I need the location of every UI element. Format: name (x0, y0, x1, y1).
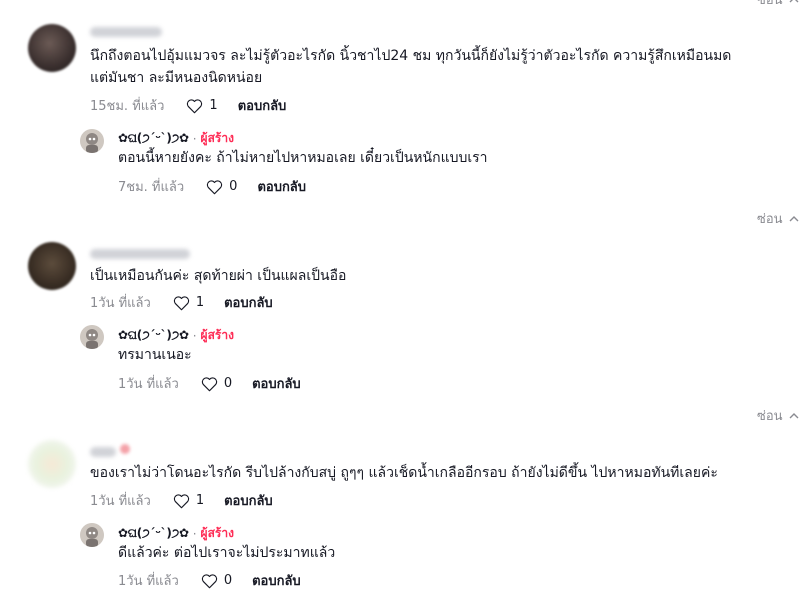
reply-like-button[interactable]: 0 (201, 573, 232, 589)
reply-like-button[interactable]: 0 (206, 179, 237, 195)
reply-author-row: ✿ଘ(੭ˊᵕˋ)੭✿ · ผู้สร้าง (118, 129, 234, 148)
commenter-avatar[interactable] (28, 24, 76, 72)
reply-text: ตอนนี้หายยังคะ ถ้าไม่หายไปหาหมอเลย เดี๋ย… (118, 150, 488, 166)
reply-meta: 1วัน ที่แล้ว 0 ตอบกลับ (118, 373, 301, 394)
heart-icon (207, 179, 223, 194)
commenter-name-blurred[interactable] (90, 447, 116, 457)
commenter-avatar[interactable] (28, 440, 76, 488)
comment-time: 1วัน ที่แล้ว (90, 296, 151, 311)
reply-button[interactable]: ตอบกลับ (238, 95, 287, 116)
comment-meta: 1วัน ที่แล้ว 1 ตอบกลับ (90, 292, 273, 313)
reply-author-row: ✿ଘ(੭ˊᵕˋ)੭✿ · ผู้สร้าง (118, 524, 234, 543)
hide-replies-button[interactable]: ซ่อน (757, 405, 799, 426)
hide-replies-button-top[interactable]: ซ่อน (757, 0, 799, 10)
creator-avatar-image (80, 325, 104, 349)
reply-time: 1วัน ที่แล้ว (118, 377, 179, 392)
heart-icon (201, 376, 217, 391)
comment-text-line-1: ของเราไม่ว่าโดนอะไรกัด รีบไปล้างกับสบู่ … (90, 465, 718, 481)
commenter-name-blurred[interactable] (90, 27, 162, 37)
creator-badge: ผู้สร้าง (200, 526, 234, 540)
creator-badge: ผู้สร้าง (200, 328, 234, 342)
creator-badge: ผู้สร้าง (200, 131, 234, 145)
creator-avatar[interactable] (80, 129, 104, 153)
hide-label: ซ่อน (757, 212, 783, 227)
hide-replies-button[interactable]: ซ่อน (757, 208, 799, 229)
separator-dot: · (192, 131, 197, 146)
reply-like-count: 0 (223, 573, 233, 588)
reply-reply-button[interactable]: ตอบกลับ (252, 373, 301, 394)
like-count: 1 (195, 493, 205, 508)
separator-dot: · (192, 526, 197, 541)
reply-text: ดีแล้วค่ะ ต่อไปเราจะไม่ประมาทแล้ว (118, 545, 336, 561)
separator-dot: · (192, 328, 197, 343)
creator-avatar[interactable] (80, 523, 104, 547)
reply-meta: 7ชม. ที่แล้ว 0 ตอบกลับ (118, 176, 306, 197)
reply-time: 7ชม. ที่แล้ว (118, 180, 185, 195)
comment-text-line-2: แต่มันชา ละมีหนองนิดหน่อย (90, 70, 263, 86)
heart-icon (173, 493, 189, 508)
reply-like-button[interactable]: 0 (201, 376, 232, 392)
like-count: 1 (209, 98, 218, 113)
creator-avatar[interactable] (80, 325, 104, 349)
comment-meta: 15ชม. ที่แล้ว 1 ตอบกลับ (90, 95, 286, 116)
reply-reply-button[interactable]: ตอบกลับ (257, 176, 306, 197)
commenter-name-blurred[interactable] (90, 249, 190, 259)
heart-emoji-icon (120, 444, 130, 454)
comment-meta: 1วัน ที่แล้ว 1 ตอบกลับ (90, 490, 273, 511)
chevron-up-icon (789, 412, 799, 418)
reply-button[interactable]: ตอบกลับ (224, 292, 273, 313)
reply-author-name[interactable]: ✿ଘ(੭ˊᵕˋ)੭✿ (118, 131, 189, 146)
chevron-up-icon (789, 215, 799, 221)
like-button[interactable]: 1 (173, 295, 204, 311)
creator-avatar-image (80, 523, 104, 547)
reply-like-count: 0 (223, 376, 233, 391)
chevron-up-icon (789, 0, 799, 2)
creator-avatar-image (80, 129, 104, 153)
reply-button[interactable]: ตอบกลับ (224, 490, 273, 511)
reply-meta: 1วัน ที่แล้ว 0 ตอบกลับ (118, 570, 301, 591)
like-count: 1 (195, 295, 205, 310)
reply-reply-button[interactable]: ตอบกลับ (252, 570, 301, 591)
like-button[interactable]: 1 (186, 98, 218, 114)
heart-icon (173, 295, 189, 310)
reply-author-name[interactable]: ✿ଘ(੭ˊᵕˋ)੭✿ (118, 328, 189, 343)
hide-label: ซ่อน (757, 0, 783, 8)
reply-author-row: ✿ଘ(੭ˊᵕˋ)੭✿ · ผู้สร้าง (118, 326, 234, 345)
reply-time: 1วัน ที่แล้ว (118, 574, 179, 589)
comment-time: 1วัน ที่แล้ว (90, 494, 151, 509)
commenter-avatar[interactable] (28, 242, 76, 290)
comment-time: 15ชม. ที่แล้ว (90, 99, 165, 114)
heart-icon (201, 573, 217, 588)
reply-like-count: 0 (229, 179, 238, 194)
comment-text-line-1: เป็นเหมือนกันค่ะ สุดท้ายผ่า เป็นแผลเป็นอ… (90, 268, 347, 284)
hide-label: ซ่อน (757, 409, 783, 424)
comment-text-line-1: นึกถึงตอนไปอุ้มแมวจร ละไม่รู้ตัวอะไรกัด … (90, 48, 732, 64)
heart-icon (187, 98, 203, 113)
like-button[interactable]: 1 (173, 493, 204, 509)
reply-text: ทรมานเนอะ (118, 347, 192, 363)
reply-author-name[interactable]: ✿ଘ(੭ˊᵕˋ)੭✿ (118, 526, 189, 541)
